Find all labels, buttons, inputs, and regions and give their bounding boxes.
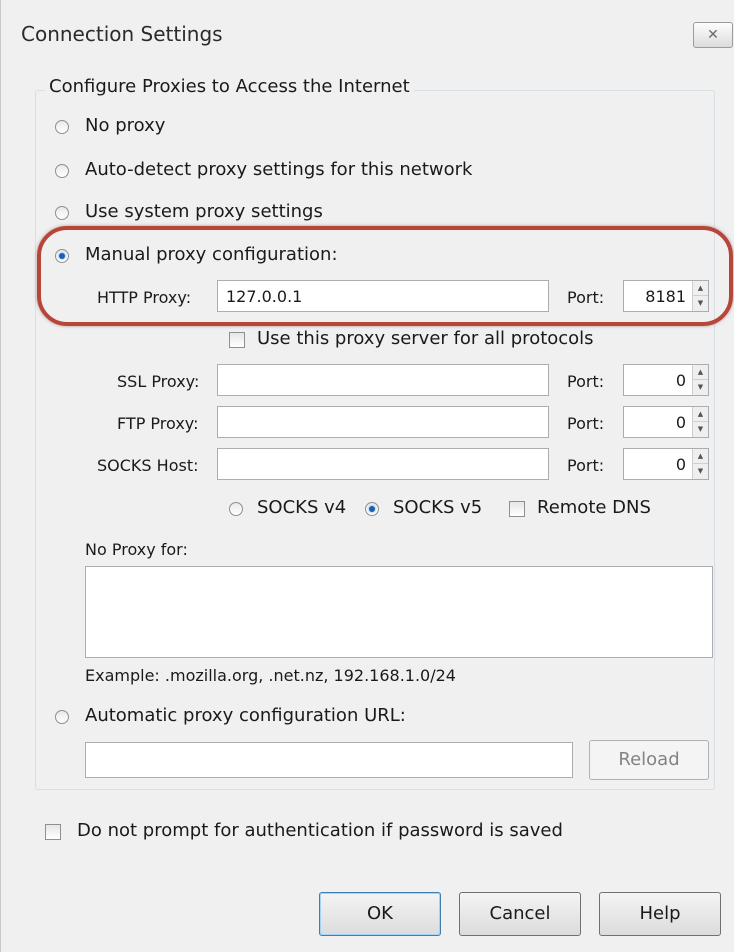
ssl-port-spin-buttons: ▲ ▼: [692, 365, 708, 395]
ok-button[interactable]: OK: [319, 892, 441, 936]
spin-up-icon[interactable]: ▲: [693, 365, 708, 380]
close-button[interactable]: ✕: [693, 22, 733, 48]
auto-config-url-input[interactable]: [85, 742, 573, 778]
ftp-proxy-label: FTP Proxy:: [117, 414, 199, 433]
socks-host-input[interactable]: [217, 448, 549, 480]
title-bar: Connection Settings ✕: [1, 0, 734, 64]
proxy-groupbox: [35, 90, 715, 790]
spin-down-icon[interactable]: ▼: [693, 380, 708, 395]
socks-v5-label[interactable]: SOCKS v5: [393, 497, 482, 518]
remote-dns-checkbox[interactable]: [509, 501, 525, 517]
cancel-button[interactable]: Cancel: [459, 892, 581, 936]
no-auth-prompt-checkbox[interactable]: [45, 824, 61, 840]
use-all-protocols-label[interactable]: Use this proxy server for all protocols: [257, 328, 594, 349]
socks-v4-label[interactable]: SOCKS v4: [257, 497, 346, 518]
spin-up-icon[interactable]: ▲: [693, 449, 708, 464]
radio-system-proxy[interactable]: [55, 206, 69, 220]
help-button[interactable]: Help: [599, 892, 721, 936]
groupbox-title: Configure Proxies to Access the Internet: [45, 76, 414, 97]
spin-down-icon[interactable]: ▼: [693, 422, 708, 437]
reload-button[interactable]: Reload: [589, 740, 709, 780]
auto-config-url-label[interactable]: Automatic proxy configuration URL:: [85, 705, 406, 726]
ftp-port-spinner[interactable]: 0 ▲ ▼: [623, 406, 709, 438]
socks-port-spinner[interactable]: 0 ▲ ▼: [623, 448, 709, 480]
socks-port-spin-buttons: ▲ ▼: [692, 449, 708, 479]
no-auth-prompt-label[interactable]: Do not prompt for authentication if pass…: [77, 820, 563, 841]
manual-proxy-highlight: [37, 226, 733, 326]
ssl-port-label: Port:: [567, 372, 605, 391]
radio-no-proxy[interactable]: [55, 120, 69, 134]
radio-auto-detect[interactable]: [55, 164, 69, 178]
radio-socks-v5[interactable]: [365, 502, 379, 516]
spin-up-icon[interactable]: ▲: [693, 407, 708, 422]
no-proxy-label[interactable]: No proxy: [85, 115, 165, 136]
ftp-port-value: 0: [675, 413, 686, 432]
ftp-proxy-input[interactable]: [217, 406, 549, 438]
remote-dns-label[interactable]: Remote DNS: [537, 497, 651, 518]
auto-detect-label[interactable]: Auto-detect proxy settings for this netw…: [85, 159, 472, 180]
radio-auto-config-url[interactable]: [55, 710, 69, 724]
socks-port-label: Port:: [567, 456, 605, 475]
ssl-port-value: 0: [675, 371, 686, 390]
socks-port-value: 0: [675, 455, 686, 474]
ssl-proxy-label: SSL Proxy:: [117, 372, 200, 391]
ftp-port-spin-buttons: ▲ ▼: [692, 407, 708, 437]
socks-host-label: SOCKS Host:: [97, 456, 199, 475]
ssl-port-spinner[interactable]: 0 ▲ ▼: [623, 364, 709, 396]
ftp-port-label: Port:: [567, 414, 605, 433]
window-title: Connection Settings: [21, 22, 223, 46]
system-proxy-label[interactable]: Use system proxy settings: [85, 201, 323, 222]
radio-socks-v4[interactable]: [229, 502, 243, 516]
spin-down-icon[interactable]: ▼: [693, 464, 708, 479]
no-proxy-for-label: No Proxy for:: [85, 540, 188, 559]
no-proxy-example: Example: .mozilla.org, .net.nz, 192.168.…: [85, 666, 456, 685]
ssl-proxy-input[interactable]: [217, 364, 549, 396]
use-all-protocols-checkbox[interactable]: [229, 332, 245, 348]
close-icon: ✕: [707, 27, 719, 43]
connection-settings-dialog: Connection Settings ✕ Configure Proxies …: [0, 0, 734, 952]
no-proxy-for-textarea[interactable]: [85, 566, 713, 658]
